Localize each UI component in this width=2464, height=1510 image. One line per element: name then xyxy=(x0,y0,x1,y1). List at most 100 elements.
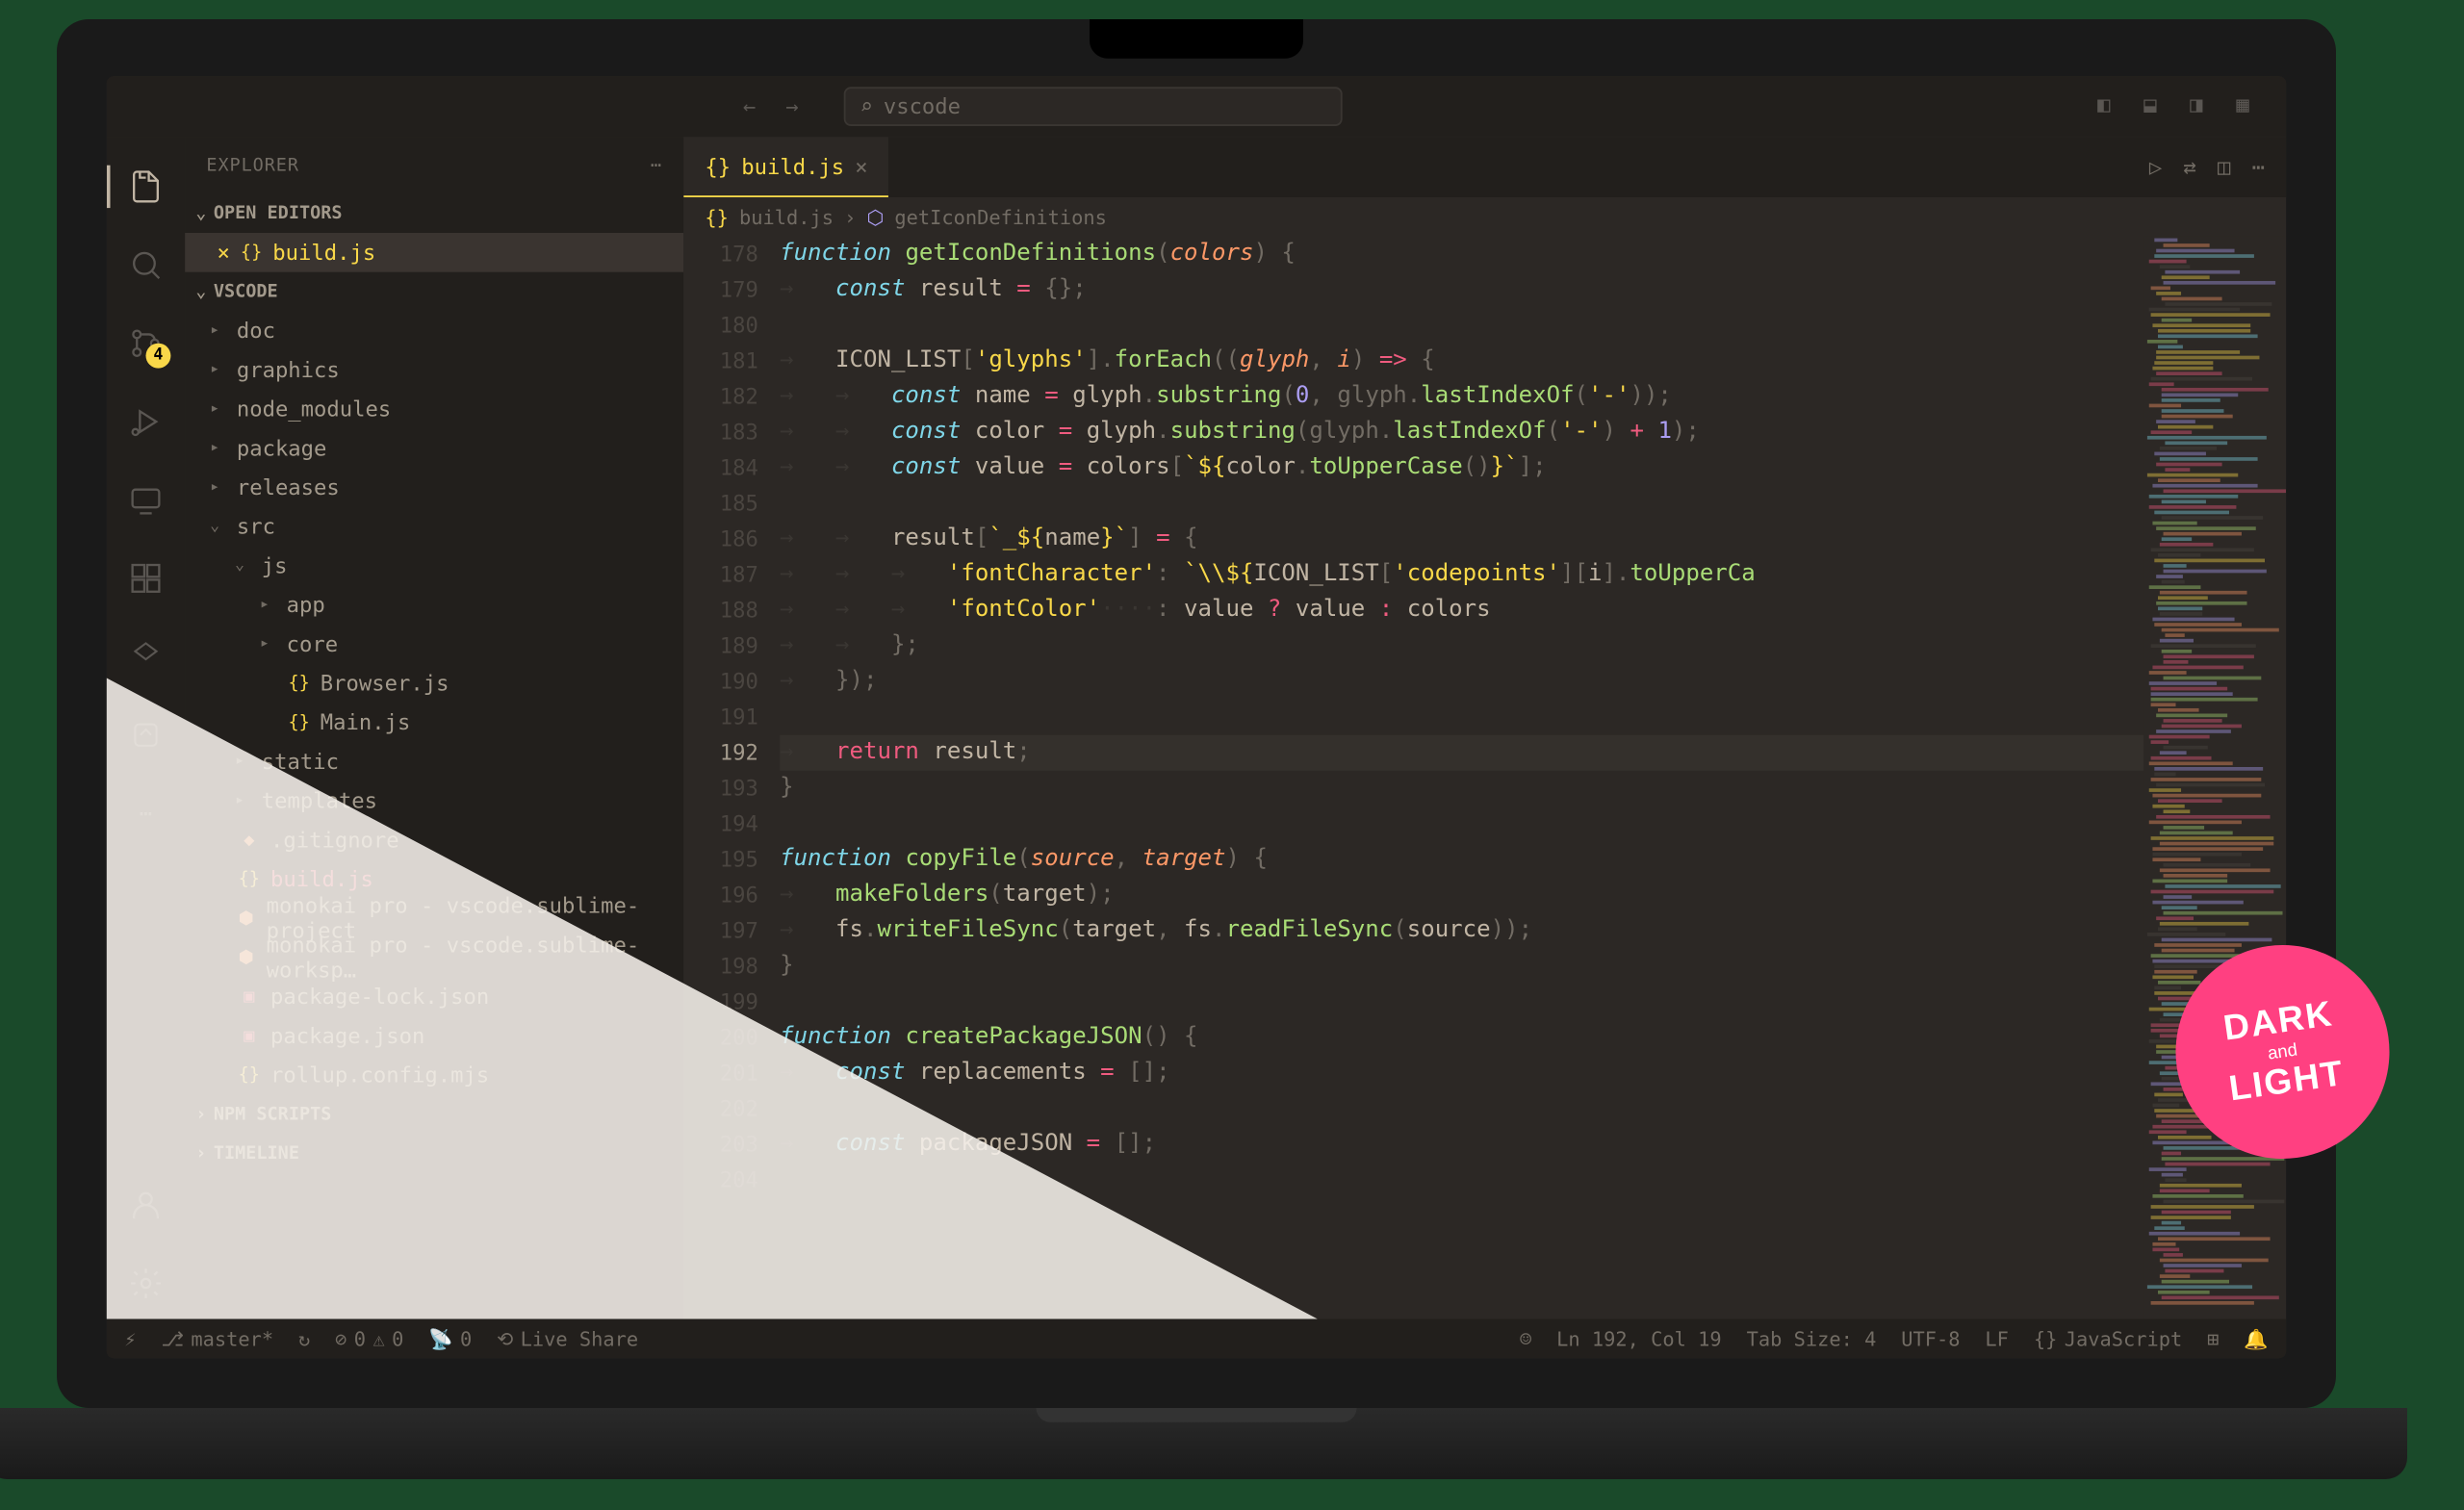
activity-more[interactable]: ⋯ xyxy=(107,778,185,849)
tab-size[interactable]: Tab Size: 4 xyxy=(1747,1327,1877,1350)
notifications-icon[interactable]: 🔔 xyxy=(2244,1327,2268,1350)
cursor-position[interactable]: Ln 192, Col 19 xyxy=(1556,1327,1722,1350)
command-center-search[interactable]: ⌕ vscode xyxy=(844,87,1343,126)
tree-item[interactable]: {}Browser.js xyxy=(185,664,683,704)
copilot-icon[interactable]: ⊞ xyxy=(2207,1327,2219,1350)
file-icon: ▣ xyxy=(237,986,262,1006)
language-mode[interactable]: {} JavaScript xyxy=(2034,1327,2182,1350)
feedback-icon[interactable]: ☺ xyxy=(1520,1327,1531,1350)
explorer-sidebar: EXPLORER ⋯ ⌄ OPEN EDITORS × {} build.js … xyxy=(185,137,683,1318)
chevron-icon: ▸ xyxy=(210,478,228,497)
compare-icon[interactable]: ⇄ xyxy=(2183,155,2195,180)
workspace-header[interactable]: ⌄ VSCODE xyxy=(185,272,683,312)
tree-item[interactable]: ▸templates xyxy=(185,781,683,821)
js-file-icon: {} xyxy=(705,154,731,179)
tree-item[interactable]: {}Main.js xyxy=(185,703,683,742)
activity-search[interactable] xyxy=(107,229,185,300)
source-control-badge: 4 xyxy=(146,344,171,369)
chevron-right-icon: › xyxy=(195,1105,206,1124)
chevron-down-icon: ⌄ xyxy=(195,282,206,301)
editor-tab-build-js[interactable]: {} build.js × xyxy=(683,137,889,197)
tree-item[interactable]: ▸node_modules xyxy=(185,390,683,429)
layout-sidebar-left-icon[interactable]: ◧ xyxy=(2097,92,2126,121)
tree-item[interactable]: ▸core xyxy=(185,625,683,664)
method-icon: ⬡ xyxy=(866,205,884,228)
tree-item[interactable]: ⌄js xyxy=(185,547,683,586)
tree-item[interactable]: ▣package.json xyxy=(185,1016,683,1056)
chevron-icon: ▸ xyxy=(260,635,278,653)
ports-indicator[interactable]: 📡 0 xyxy=(428,1327,472,1350)
chevron-right-icon: › xyxy=(195,1143,206,1163)
status-bar: ⚡ ⎇ master* ↻ ⊘ 0 ⚠ 0 📡 0 ⟲ Live Share ☺… xyxy=(107,1319,2286,1359)
activity-remote[interactable] xyxy=(107,465,185,536)
file-icon: {} xyxy=(237,1065,262,1085)
problems-indicator[interactable]: ⊘ 0 ⚠ 0 xyxy=(335,1327,403,1350)
activity-settings[interactable] xyxy=(107,1248,185,1319)
tree-item[interactable]: ▸app xyxy=(185,585,683,625)
nav-forward-icon[interactable]: → xyxy=(776,90,808,122)
js-file-icon: {} xyxy=(239,243,264,262)
editor-group: {} build.js × ▷ ⇄ ◫ ⋯ {} build. xyxy=(683,137,2286,1318)
tree-item[interactable]: ▸doc xyxy=(185,311,683,350)
tree-item[interactable]: ⬢monokai pro - vscode.sublime-worksp… xyxy=(185,938,683,978)
close-tab-icon[interactable]: × xyxy=(855,154,867,179)
tree-item[interactable]: ▸releases xyxy=(185,468,683,507)
eol[interactable]: LF xyxy=(1985,1327,2009,1350)
activity-run-debug[interactable] xyxy=(107,386,185,457)
tree-item[interactable]: ▸package xyxy=(185,429,683,469)
explorer-more-icon[interactable]: ⋯ xyxy=(651,156,662,175)
file-icon: ▣ xyxy=(237,1026,262,1045)
chevron-down-icon: ⌄ xyxy=(195,203,206,222)
chevron-icon: ▸ xyxy=(210,322,228,341)
activity-source-control[interactable]: 4 xyxy=(107,308,185,379)
activity-accounts[interactable] xyxy=(107,1169,185,1241)
remote-indicator[interactable]: ⚡ xyxy=(124,1327,136,1350)
activity-explorer[interactable] xyxy=(107,151,185,222)
search-icon: ⌕ xyxy=(860,94,872,119)
timeline-header[interactable]: › TIMELINE xyxy=(185,1134,683,1173)
activity-custom-2[interactable] xyxy=(107,700,185,771)
file-icon: {} xyxy=(237,869,262,888)
close-icon[interactable]: × xyxy=(218,240,230,265)
chevron-icon: ⌄ xyxy=(235,557,253,576)
file-icon: {} xyxy=(287,713,312,732)
open-editor-item[interactable]: × {} build.js xyxy=(185,233,683,272)
tree-item[interactable]: ▣package-lock.json xyxy=(185,977,683,1016)
layout-sidebar-right-icon[interactable]: ◨ xyxy=(2190,92,2219,121)
activity-bar: 4 ⋯ xyxy=(107,137,185,1318)
run-icon[interactable]: ▷ xyxy=(2149,155,2162,180)
layout-panel-icon[interactable]: ⬓ xyxy=(2143,92,2172,121)
tree-item[interactable]: ◆.gitignore xyxy=(185,821,683,860)
activity-extensions[interactable] xyxy=(107,543,185,614)
nav-back-icon[interactable]: ← xyxy=(733,90,765,122)
line-gutter[interactable]: 1781791801811821831841851861871881891901… xyxy=(683,237,780,1319)
sync-icon[interactable]: ↻ xyxy=(298,1327,310,1350)
activity-custom-1[interactable] xyxy=(107,621,185,692)
tree-item[interactable]: {}rollup.config.mjs xyxy=(185,1056,683,1095)
more-actions-icon[interactable]: ⋯ xyxy=(2252,155,2265,180)
tree-item[interactable]: ⌄src xyxy=(185,507,683,547)
tree-item[interactable]: ▸graphics xyxy=(185,350,683,390)
tree-item[interactable]: ▸static xyxy=(185,742,683,781)
chevron-icon: ▸ xyxy=(210,400,228,419)
git-branch[interactable]: ⎇ master* xyxy=(161,1327,273,1350)
code-editor[interactable]: function getIconDefinitions(colors) {→ c… xyxy=(780,237,2143,1319)
chevron-icon: ▸ xyxy=(210,440,228,458)
editor-tabs: {} build.js × ▷ ⇄ ◫ ⋯ xyxy=(683,137,2286,197)
search-text: vscode xyxy=(884,94,961,119)
title-bar: ← → ⌕ vscode ◧ ⬓ ◨ ▦ xyxy=(107,76,2286,137)
chevron-icon: ▸ xyxy=(210,361,228,379)
open-editors-header[interactable]: ⌄ OPEN EDITORS xyxy=(185,193,683,233)
breadcrumb[interactable]: {} build.js › ⬡ getIconDefinitions xyxy=(683,197,2286,237)
encoding[interactable]: UTF-8 xyxy=(1901,1327,1960,1350)
layout-customize-icon[interactable]: ▦ xyxy=(2236,92,2265,121)
file-icon: ⬢ xyxy=(235,909,257,928)
explorer-title: EXPLORER xyxy=(206,156,299,175)
file-icon: ◆ xyxy=(237,831,262,850)
chevron-icon: ▸ xyxy=(235,792,253,810)
split-editor-icon[interactable]: ◫ xyxy=(2218,155,2230,180)
npm-scripts-header[interactable]: › NPM SCRIPTS xyxy=(185,1094,683,1134)
file-icon: ⬢ xyxy=(235,948,257,967)
laptop-notch xyxy=(1090,19,1303,59)
live-share[interactable]: ⟲ Live Share xyxy=(497,1327,638,1350)
